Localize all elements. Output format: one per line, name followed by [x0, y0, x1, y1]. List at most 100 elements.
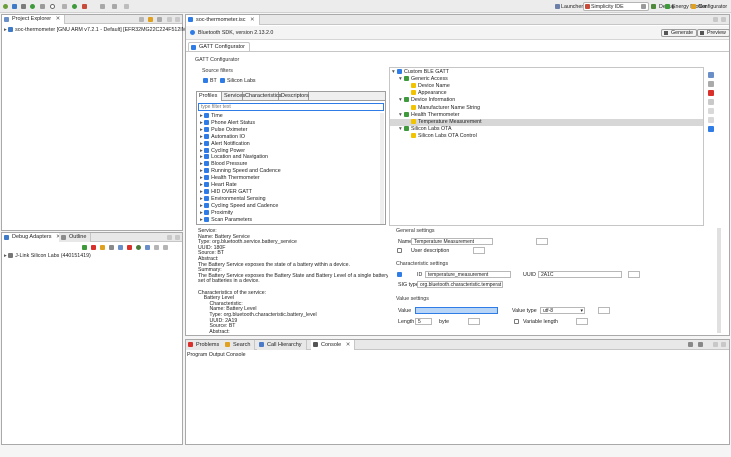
tab-problems[interactable]: Problems: [186, 340, 225, 350]
tab-gatt-configurator[interactable]: GATT Configurator: [188, 42, 250, 51]
maximize-icon[interactable]: [175, 235, 180, 240]
collapse-icon[interactable]: [154, 245, 159, 250]
user-description-checkbox[interactable]: [397, 248, 402, 253]
filter-search-input[interactable]: [198, 103, 384, 111]
forward-icon[interactable]: [112, 4, 117, 9]
minimize-icon[interactable]: [167, 17, 172, 22]
save-icon[interactable]: [12, 4, 17, 9]
build-icon[interactable]: [21, 4, 26, 9]
tab-profiles[interactable]: Profiles: [197, 92, 222, 101]
add-item-icon[interactable]: [708, 72, 714, 78]
debug-adapter-item[interactable]: ▸ J-Link Silicon Labs (440151419): [4, 253, 91, 260]
import-icon[interactable]: [708, 81, 714, 87]
name-extra-field[interactable]: [536, 238, 548, 245]
uuid-extra-field[interactable]: [628, 271, 640, 278]
profile-list-item[interactable]: ▸ Scan Parameters: [200, 216, 252, 224]
tab-call-hierarchy[interactable]: Call Hierarchy: [257, 340, 307, 350]
export-icon[interactable]: [708, 126, 714, 132]
delete-icon[interactable]: [708, 90, 714, 96]
maximize-icon[interactable]: [175, 17, 180, 22]
close-icon[interactable]: ✕: [250, 17, 255, 23]
gatt-tree-item[interactable]: Silicon Labs OTA Control: [390, 132, 703, 140]
debug-run-icon[interactable]: [30, 4, 35, 9]
gatt-tree-item[interactable]: Device Name: [390, 83, 703, 90]
tab-debug-adapters[interactable]: Debug Adapters ✕: [2, 233, 66, 242]
id-field[interactable]: temperature_measurement: [425, 271, 511, 278]
variable-length-extra-field[interactable]: [576, 318, 588, 325]
gatt-tree-item[interactable]: ▾ Custom BLE GATT: [390, 69, 703, 76]
console-options-icon[interactable]: [688, 342, 693, 347]
maximize-icon[interactable]: [721, 17, 726, 22]
tab-services[interactable]: Services: [222, 92, 245, 101]
tab-descriptors[interactable]: Descriptors: [279, 92, 309, 101]
external-tools-icon[interactable]: [82, 4, 87, 9]
pin-icon[interactable]: [124, 4, 129, 9]
gatt-tree-item[interactable]: ▾ Device Information: [390, 97, 703, 104]
filter-icon[interactable]: [157, 17, 162, 22]
tab-characteristics[interactable]: Characteristics: [243, 92, 281, 101]
uuid-field[interactable]: 2A1C: [538, 271, 622, 278]
expand-icon[interactable]: [163, 245, 168, 250]
gatt-tree-item[interactable]: Appearance: [390, 90, 703, 97]
refresh-icon[interactable]: [82, 245, 87, 250]
gatt-tree-item[interactable]: ▾ Health Thermometer: [390, 111, 703, 119]
collapse-all-icon[interactable]: [139, 17, 144, 22]
editor-scrollbar[interactable]: [717, 228, 721, 333]
value-type-select[interactable]: utf-8 ▾: [540, 307, 585, 314]
link-editor-icon[interactable]: [148, 17, 153, 22]
silicon-labs-filter-checkbox[interactable]: [220, 78, 225, 83]
close-icon[interactable]: ✕: [346, 342, 351, 348]
launcher-perspective[interactable]: Launcher: [561, 4, 583, 10]
move-up-icon[interactable]: [708, 108, 714, 114]
search-icon[interactable]: [50, 4, 55, 9]
new-icon[interactable]: [3, 4, 8, 9]
debug-perspective-icon[interactable]: [651, 4, 656, 9]
launcher-icon[interactable]: [555, 4, 560, 9]
tab-console[interactable]: Console ✕: [311, 340, 356, 350]
gatt-tree-item[interactable]: ▾ Generic Access: [390, 76, 703, 83]
bt-filter-checkbox[interactable]: [203, 78, 208, 83]
preview-button[interactable]: Preview: [697, 29, 730, 37]
move-down-icon[interactable]: [708, 117, 714, 123]
minimize-icon[interactable]: [713, 342, 718, 347]
gatt-tree-item[interactable]: ▾ Silicon Labs OTA: [390, 125, 703, 133]
minimize-icon[interactable]: [713, 17, 718, 22]
id-checkbox[interactable]: [397, 272, 402, 277]
gatt-tree-item[interactable]: Temperature Measurement: [390, 118, 703, 126]
duplicate-icon[interactable]: [708, 99, 714, 105]
maximize-icon[interactable]: [721, 342, 726, 347]
value-type-extra-field[interactable]: [598, 307, 610, 314]
remove-icon[interactable]: [127, 245, 132, 250]
disconnect-icon[interactable]: [91, 245, 96, 250]
generate-button[interactable]: Generate: [661, 29, 698, 37]
length-extra-field[interactable]: [468, 318, 480, 325]
run-icon[interactable]: [72, 4, 77, 9]
configurator-icon[interactable]: [691, 4, 696, 9]
back-icon[interactable]: [100, 4, 105, 9]
configurator-perspective[interactable]: Configurator: [698, 4, 727, 10]
tab-search[interactable]: Search: [223, 340, 256, 350]
energy-profiler-icon[interactable]: [665, 4, 670, 9]
variable-length-checkbox[interactable]: [514, 319, 519, 324]
flash-icon[interactable]: [40, 4, 45, 9]
value-field[interactable]: [415, 307, 498, 314]
project-tree-item[interactable]: ▸ soc-thermometer [GNU ARM v7.2.1 - Defa…: [4, 27, 192, 34]
gear-icon[interactable]: [136, 245, 141, 250]
upload-icon[interactable]: [145, 245, 150, 250]
close-icon[interactable]: ✕: [56, 16, 61, 22]
tools-icon[interactable]: [62, 4, 67, 9]
length-field[interactable]: 5: [415, 318, 432, 325]
tab-project-explorer[interactable]: Project Explorer ✕: [2, 15, 66, 24]
gatt-tree-item[interactable]: Manufacturer Name String: [390, 104, 703, 112]
sig-type-field[interactable]: org.bluetooth.characteristic.temperat: [417, 281, 503, 288]
minimize-icon[interactable]: [167, 235, 172, 240]
settings-icon[interactable]: [109, 245, 114, 250]
perspective-settings-icon[interactable]: [641, 4, 646, 9]
tab-soc-thermometer[interactable]: soc-thermometer.isc ✕: [186, 15, 260, 25]
tab-outline[interactable]: Outline: [59, 233, 92, 242]
device-icon[interactable]: [118, 245, 123, 250]
name-field[interactable]: Temperature Measurement: [411, 238, 493, 245]
profile-list-scrollbar[interactable]: [380, 113, 384, 224]
user-description-field[interactable]: [473, 247, 485, 254]
connect-icon[interactable]: [100, 245, 105, 250]
